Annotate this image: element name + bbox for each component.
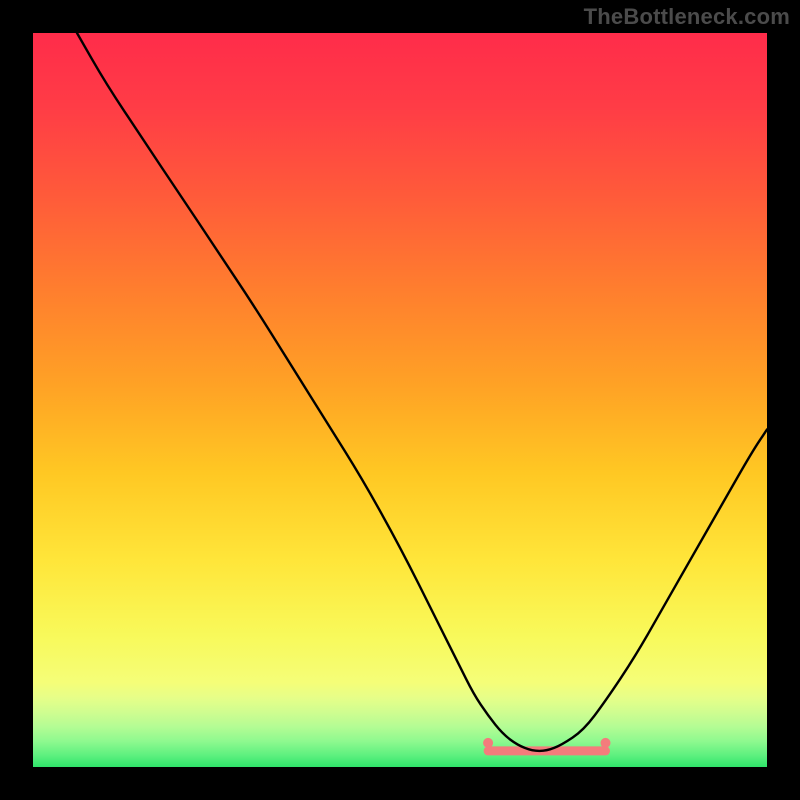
optimal-band-dot-right	[601, 738, 611, 748]
optimal-band-dot-left	[483, 738, 493, 748]
chart-stage: TheBottleneck.com	[0, 0, 800, 800]
plot-inner	[33, 33, 767, 767]
watermark-text: TheBottleneck.com	[584, 4, 790, 30]
plot-svg	[33, 33, 767, 767]
plot-area	[33, 33, 767, 767]
plot-background	[33, 33, 767, 767]
